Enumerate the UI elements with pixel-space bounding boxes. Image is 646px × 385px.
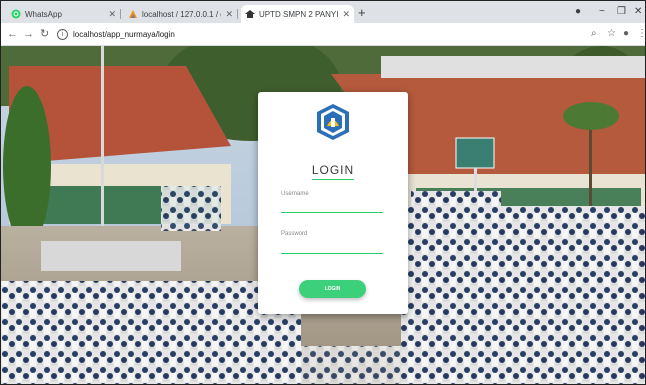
username-input[interactable] xyxy=(281,202,383,213)
tab-login-page[interactable]: UPTD SMPN 2 PANYIPATAN BAN ✕ xyxy=(241,5,354,23)
close-icon[interactable]: ✕ xyxy=(342,9,350,20)
reload-icon[interactable]: ↻ xyxy=(40,27,49,41)
tab-whatsapp[interactable]: WhatsApp ✕ xyxy=(7,5,121,23)
new-tab-icon[interactable]: + xyxy=(358,6,366,20)
login-card: LOGIN Username Password LOGIN xyxy=(258,92,408,314)
login-page: LOGIN Username Password LOGIN xyxy=(1,46,645,384)
back-arrow-icon[interactable]: ← xyxy=(7,27,18,41)
whatsapp-icon xyxy=(11,9,21,19)
username-label: Username xyxy=(281,191,309,197)
zoom-icon[interactable]: ⌕ xyxy=(591,27,597,41)
tab-strip: WhatsApp ✕ localhost / 127.0.0.1 / db_be… xyxy=(1,1,645,23)
menu-icon[interactable]: ⋮ xyxy=(637,27,645,41)
profile-icon[interactable]: ● xyxy=(575,5,581,19)
close-icon[interactable]: ✕ xyxy=(108,9,116,20)
login-button[interactable]: LOGIN xyxy=(299,280,366,298)
browser-window: WhatsApp ✕ localhost / 127.0.0.1 / db_be… xyxy=(0,0,646,385)
tab-phpmyadmin[interactable]: localhost / 127.0.0.1 / db_bestre ✕ xyxy=(124,5,238,23)
school-favicon-icon xyxy=(245,9,255,19)
tab-label: UPTD SMPN 2 PANYIPATAN BAN xyxy=(259,9,339,19)
password-input[interactable] xyxy=(281,243,383,254)
tut-wuri-handayani-logo-icon xyxy=(313,102,353,142)
tab-label: localhost / 127.0.0.1 / db_bestre xyxy=(142,9,221,19)
account-icon[interactable]: ● xyxy=(623,27,629,41)
phpmyadmin-icon xyxy=(128,9,138,19)
close-window-icon[interactable]: ✕ xyxy=(634,5,642,19)
minimize-icon[interactable]: − xyxy=(599,5,605,19)
info-icon[interactable]: i xyxy=(57,28,68,40)
close-icon[interactable]: ✕ xyxy=(225,9,233,20)
browser-toolbar: ← → ↻ i localhost/app_nurmaya/login ⌕ ☆ … xyxy=(1,23,645,46)
maximize-icon[interactable]: ❐ xyxy=(617,5,626,19)
tab-label: WhatsApp xyxy=(25,9,62,19)
title-underline xyxy=(312,179,354,180)
password-label: Password xyxy=(281,231,308,237)
login-title: LOGIN xyxy=(311,163,355,177)
forward-arrow-icon[interactable]: → xyxy=(23,27,34,41)
bookmark-star-icon[interactable]: ☆ xyxy=(607,27,616,41)
url-text: localhost/app_nurmaya/login xyxy=(73,29,175,39)
address-bar[interactable]: i localhost/app_nurmaya/login xyxy=(57,26,527,42)
